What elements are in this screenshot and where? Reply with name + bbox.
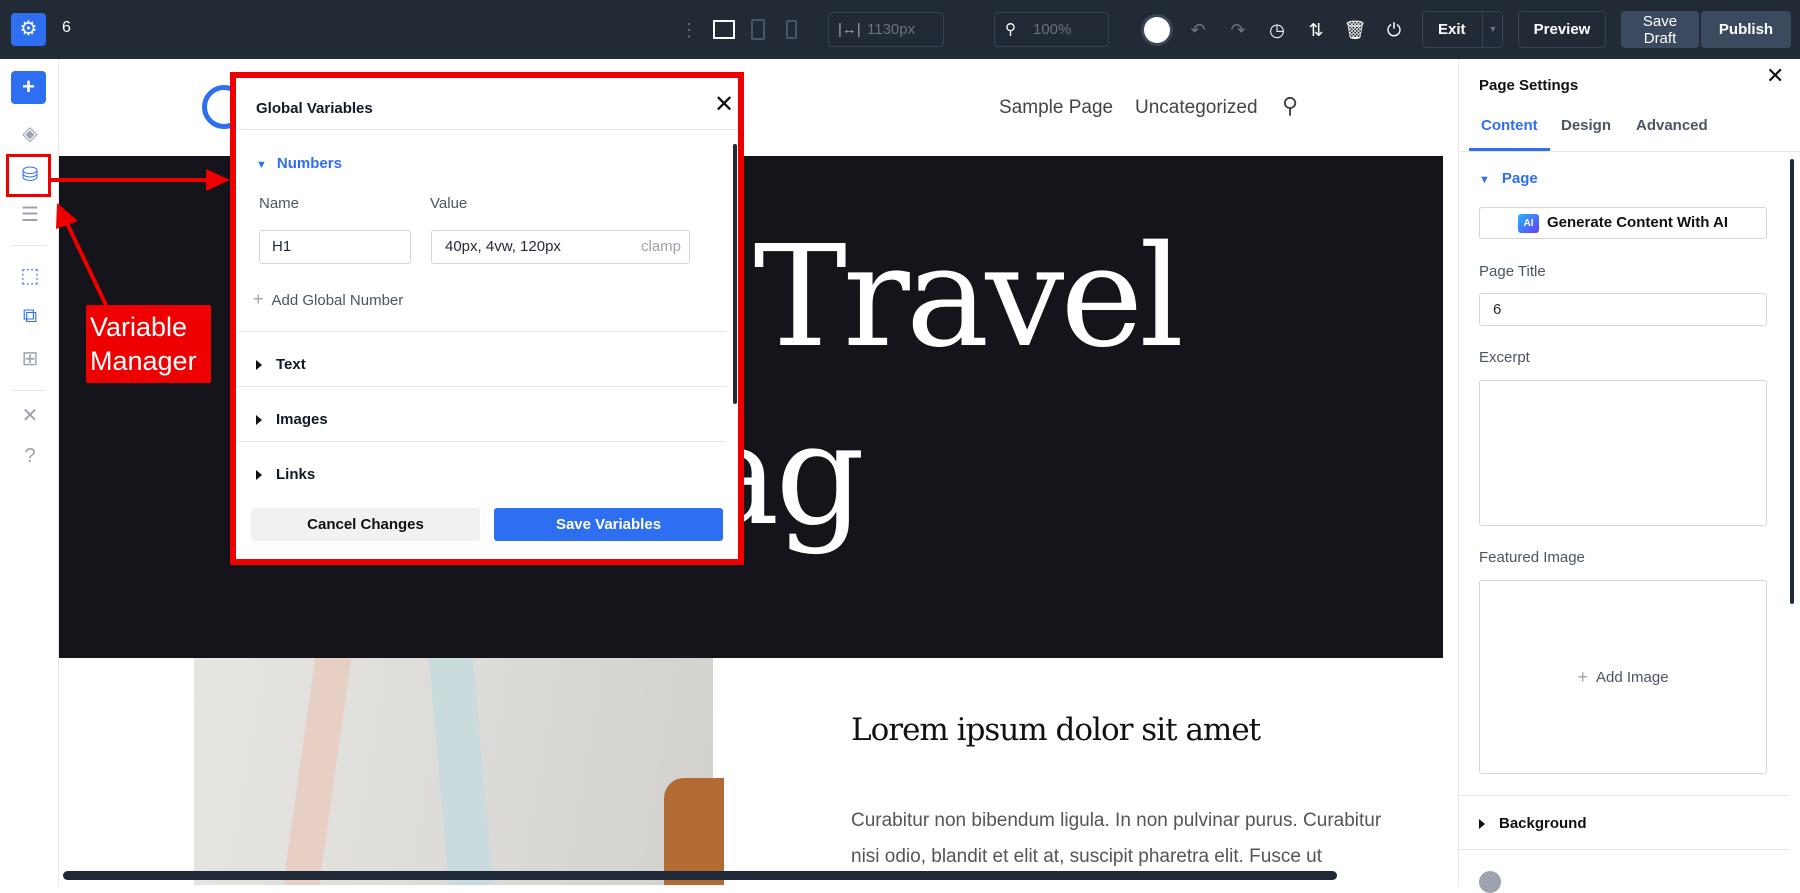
- top-toolbar: ⚙ 6 ⋮ |↔| 1130px ⚲ 100% ↶ ↷ ◷ ⇅ 🗑 ⏻ Exit ▼ …: [0, 0, 1800, 59]
- section-images[interactable]: Images: [256, 411, 328, 428]
- caret-right-icon: [256, 470, 262, 481]
- close-icon[interactable]: ✕: [714, 90, 734, 119]
- group-page[interactable]: ▼ Page: [1479, 170, 1538, 187]
- caret-right-icon: [1479, 819, 1485, 830]
- section-links[interactable]: Links: [256, 466, 315, 483]
- divider: [1459, 849, 1789, 850]
- section-text[interactable]: Text: [256, 356, 306, 373]
- preview-button[interactable]: Preview: [1518, 11, 1606, 48]
- zoom-search-icon: ⚲: [1005, 21, 1016, 38]
- clamp-unit-label[interactable]: clamp: [641, 231, 681, 263]
- group-background[interactable]: Background: [1479, 815, 1587, 832]
- divider: [12, 245, 46, 246]
- panel-scrollbar[interactable]: [1790, 159, 1794, 604]
- trash-icon[interactable]: 🗑: [1343, 18, 1367, 42]
- layout-grid-icon[interactable]: ☰: [17, 202, 43, 228]
- tablet-view-icon[interactable]: [751, 19, 765, 40]
- publish-button[interactable]: Publish: [1701, 11, 1791, 48]
- sort-icon[interactable]: ⇅: [1304, 18, 1328, 42]
- dialog-scrollbar[interactable]: [733, 144, 737, 404]
- divider: [236, 331, 726, 332]
- ai-badge-icon: AI: [1518, 213, 1539, 233]
- history-icon[interactable]: ◷: [1265, 18, 1289, 42]
- undo-icon[interactable]: ↶: [1186, 18, 1210, 42]
- value-column-label: Value: [430, 195, 468, 212]
- caret-right-icon: [256, 415, 262, 426]
- layers-icon[interactable]: ◈: [17, 121, 43, 147]
- card-title: Lorem ipsum dolor sit amet: [851, 712, 1261, 748]
- generate-content-ai-button[interactable]: AI Generate Content With AI: [1479, 207, 1767, 239]
- caret-down-icon: ▼: [256, 159, 267, 171]
- exit-dropdown-chevron-icon[interactable]: ▼: [1482, 12, 1503, 47]
- annotation-highlight-box: [6, 154, 51, 197]
- desktop-view-icon[interactable]: [713, 20, 735, 39]
- dark-mode-toggle[interactable]: [1144, 17, 1170, 43]
- horizontal-scrollbar[interactable]: [63, 871, 1337, 880]
- zoom-input[interactable]: ⚲ 100%: [994, 12, 1109, 47]
- panel-title: Page Settings: [1479, 77, 1579, 94]
- page-title-label: Page Title: [1479, 263, 1546, 280]
- save-draft-button[interactable]: Save Draft: [1621, 11, 1699, 48]
- featured-image-label: Featured Image: [1479, 549, 1585, 566]
- divider: [236, 129, 738, 130]
- global-variables-dialog: Global Variables ✕ ▼ Numbers Name Value H…: [230, 72, 744, 565]
- site-search-icon[interactable]: ⚲: [1282, 93, 1298, 119]
- page-settings-panel: Page Settings ✕ Content Design Advanced …: [1458, 59, 1800, 893]
- tools-icon[interactable]: ✕: [17, 403, 43, 429]
- tab-advanced[interactable]: Advanced: [1636, 117, 1708, 134]
- name-column-label: Name: [259, 195, 300, 212]
- section-numbers[interactable]: ▼ Numbers: [256, 155, 342, 172]
- annotation-arrow-diagonal: [56, 203, 108, 306]
- exit-button[interactable]: Exit ▼: [1422, 11, 1503, 48]
- divider: [1459, 795, 1789, 796]
- page-name: 6: [62, 19, 71, 36]
- annotation-arrow-horizontal: [51, 178, 211, 182]
- nav-sample-page[interactable]: Sample Page: [999, 97, 1113, 119]
- plus-icon: +: [1577, 666, 1588, 687]
- excerpt-textarea[interactable]: [1479, 380, 1767, 526]
- featured-image-dropzone[interactable]: + Add Image: [1479, 580, 1767, 774]
- nav-uncategorized[interactable]: Uncategorized: [1135, 97, 1258, 119]
- divider: [236, 441, 726, 442]
- plus-icon: +: [253, 289, 264, 309]
- multi-select-cursor-icon[interactable]: ⧉: [17, 303, 43, 329]
- card-text-line2: nisi odio, blandit et elit at, suscipit …: [851, 846, 1323, 867]
- card-text-line1: Curabitur non bibendum ligula. In non pu…: [851, 810, 1382, 831]
- redo-icon[interactable]: ↷: [1226, 18, 1250, 42]
- tab-content[interactable]: Content: [1481, 117, 1538, 134]
- select-cursor-icon[interactable]: ⬚: [17, 263, 43, 289]
- content-card: Lorem ipsum dolor sit amet Curabitur non…: [789, 658, 1443, 885]
- settings-gear-button[interactable]: ⚙: [11, 13, 46, 46]
- divider: [236, 386, 726, 387]
- caret-down-icon: ▼: [1479, 174, 1490, 186]
- save-variables-button[interactable]: Save Variables: [494, 508, 723, 541]
- add-global-number-button[interactable]: + Add Global Number: [253, 289, 403, 310]
- annotation-label: Variable Manager: [86, 305, 211, 383]
- variable-value-input[interactable]: 40px, 4vw, 120px clamp: [431, 230, 690, 264]
- panel-close-icon[interactable]: ✕: [1766, 63, 1784, 89]
- annotation-arrowhead: [206, 169, 230, 191]
- add-element-button[interactable]: +: [11, 71, 46, 104]
- preview-layout-icon[interactable]: ⊞: [17, 346, 43, 372]
- featured-photo-pens: [194, 658, 724, 885]
- help-icon[interactable]: [1479, 871, 1501, 893]
- variable-name-input[interactable]: H1: [259, 230, 411, 264]
- canvas-width-input[interactable]: |↔| 1130px: [828, 12, 944, 47]
- tab-design[interactable]: Design: [1561, 117, 1611, 134]
- more-vertical-icon[interactable]: ⋮: [677, 18, 701, 42]
- phone-view-icon[interactable]: [786, 20, 797, 39]
- caret-right-icon: [256, 360, 262, 371]
- power-icon[interactable]: ⏻: [1382, 18, 1406, 42]
- excerpt-label: Excerpt: [1479, 349, 1530, 366]
- page-title-input[interactable]: 6: [1479, 293, 1767, 326]
- divider: [12, 390, 46, 391]
- dialog-title: Global Variables: [256, 100, 373, 117]
- width-arrows-icon: |↔|: [838, 21, 861, 38]
- cancel-changes-button[interactable]: Cancel Changes: [251, 508, 480, 541]
- help-icon[interactable]: ?: [17, 443, 43, 469]
- divider: [1459, 151, 1800, 152]
